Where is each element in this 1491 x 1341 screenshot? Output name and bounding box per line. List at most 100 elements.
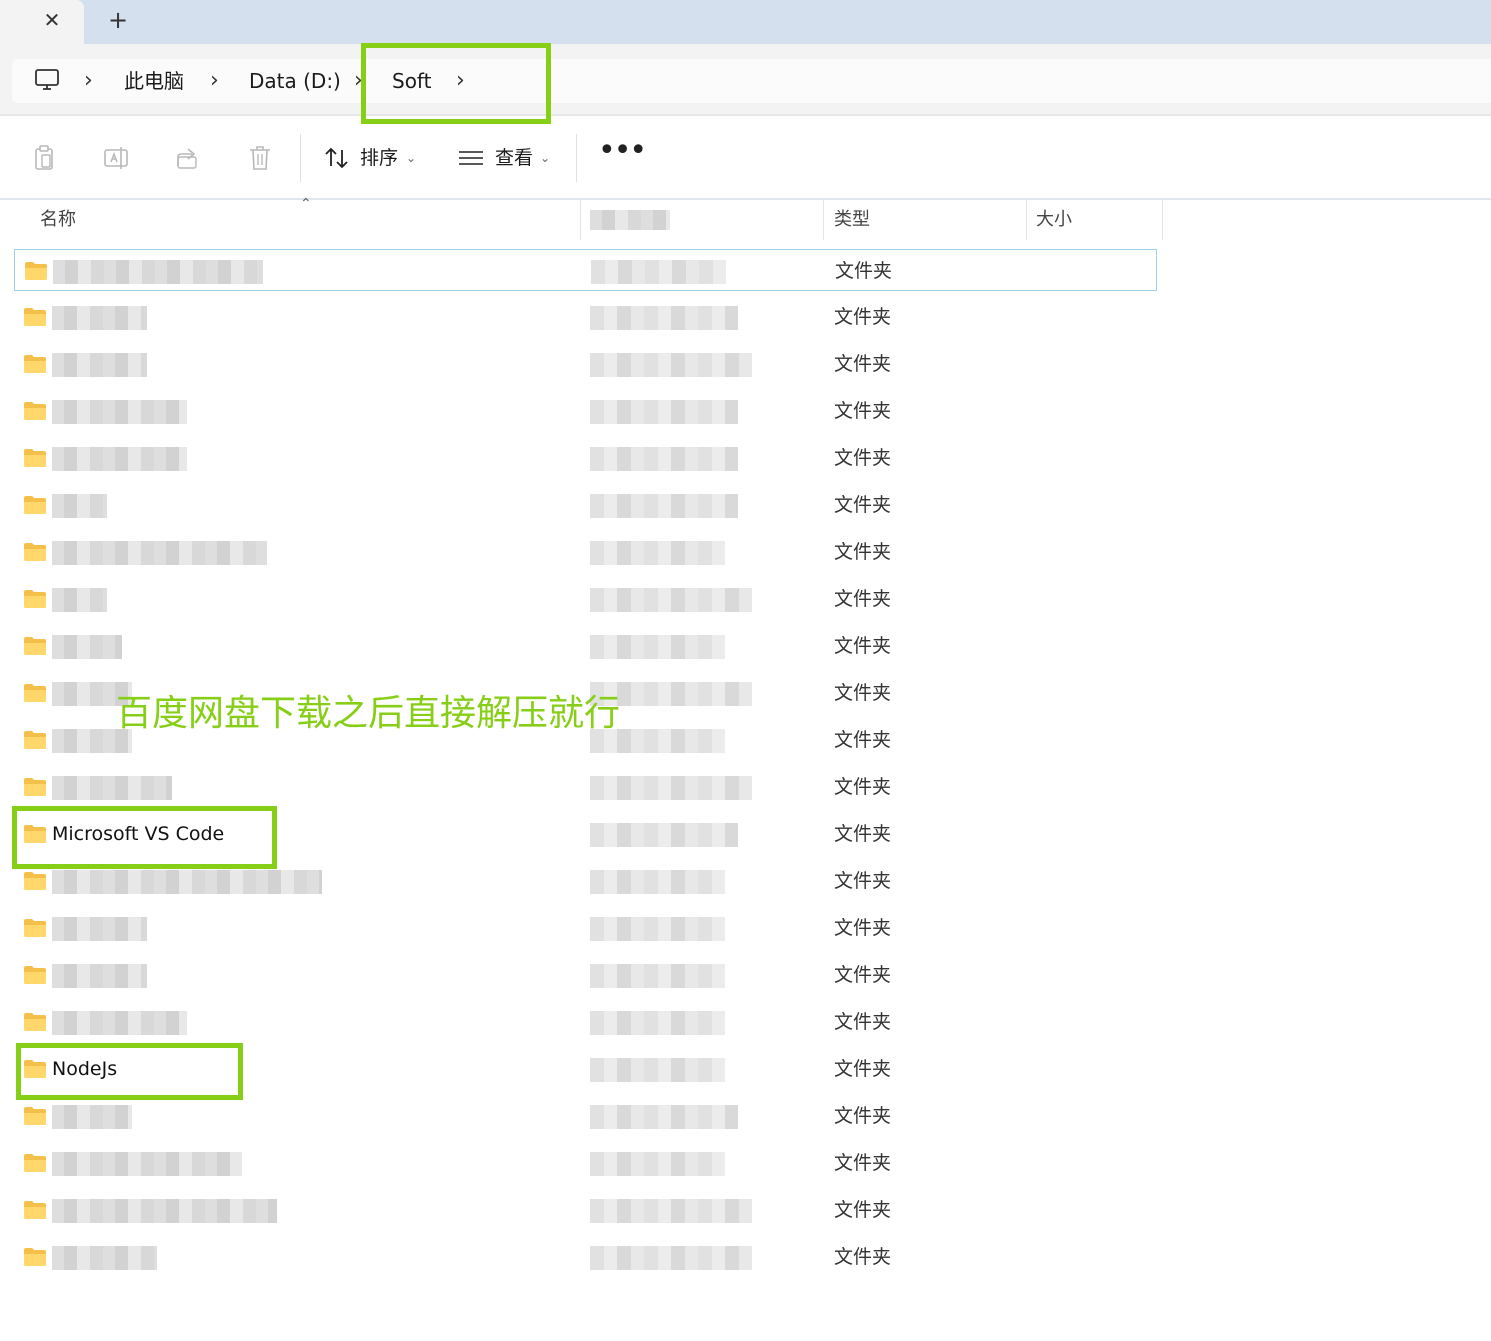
folder-icon [24,1201,46,1219]
file-type: 文件夹 [835,260,893,282]
column-header-type[interactable]: 类型 [834,200,870,240]
file-type: 文件夹 [834,541,892,563]
sort-ascending-icon: ⌃ [300,196,312,212]
folder-icon [24,543,46,561]
folder-icon [24,308,46,326]
file-type: 文件夹 [834,353,892,375]
column-divider[interactable] [580,200,581,240]
new-tab-button[interactable]: + [104,6,132,34]
file-name-blurred [52,635,122,659]
file-type: 文件夹 [834,964,892,986]
date-modified-blurred [590,776,752,800]
folder-icon [24,449,46,467]
breadcrumb-this-pc[interactable]: 此电脑 [124,59,184,103]
chevron-right-icon[interactable]: › [354,59,363,103]
chevron-right-icon[interactable]: › [210,59,219,103]
list-item[interactable]: 文件夹 [14,437,1157,479]
file-type: 文件夹 [834,306,892,328]
date-modified-blurred [590,1199,752,1223]
file-name-blurred [52,494,107,518]
sort-button[interactable]: 排序 ⌄ [324,138,424,178]
list-item[interactable]: 文件夹 [14,531,1157,573]
file-type: 文件夹 [834,447,892,469]
column-header-name[interactable]: 名称 [40,200,76,240]
column-divider[interactable] [823,200,824,240]
date-modified-blurred [590,353,752,377]
address-bar[interactable]: › 此电脑 › Data (D:) › Soft › [12,59,1491,103]
date-modified-blurred [590,1246,752,1270]
tab-active[interactable]: ✕ [0,0,84,44]
list-item[interactable]: 文件夹 [14,343,1157,385]
file-name-blurred [52,917,147,941]
list-item[interactable]: 文件夹 [14,1236,1157,1278]
folder-icon [24,1107,46,1125]
file-type: 文件夹 [834,776,892,798]
date-modified-blurred [590,400,738,424]
folder-icon [24,496,46,514]
file-type: 文件夹 [834,729,892,751]
file-name-blurred [52,1246,157,1270]
folder-icon [24,778,46,796]
list-item[interactable]: Microsoft VS Code 文件夹 [14,813,1157,855]
toolbar-divider [300,134,301,182]
more-options-icon[interactable]: ••• [598,136,647,176]
list-item[interactable]: 文件夹 [14,860,1157,902]
list-item[interactable]: 文件夹 [14,625,1157,667]
folder-icon [24,919,46,937]
monitor-icon[interactable] [34,67,60,93]
list-item[interactable]: 文件夹 [14,766,1157,808]
date-modified-blurred [590,1152,725,1176]
column-divider[interactable] [1026,200,1027,240]
file-type: 文件夹 [834,588,892,610]
list-item[interactable]: 文件夹 [14,1001,1157,1043]
list-item[interactable]: 文件夹 [14,296,1157,338]
chevron-right-icon[interactable]: › [456,59,465,103]
list-item[interactable]: 文件夹 [14,578,1157,620]
view-button[interactable]: 查看 ⌄ [458,138,558,178]
tab-strip: ✕ + [0,0,1491,44]
file-type: 文件夹 [834,1246,892,1268]
list-item[interactable]: 文件夹 [14,1095,1157,1137]
chevron-down-icon: ⌄ [406,151,417,165]
file-type: 文件夹 [834,635,892,657]
folder-icon [24,872,46,890]
share-icon[interactable] [174,144,202,172]
date-modified-blurred [590,635,725,659]
chevron-right-icon[interactable]: › [84,59,93,103]
list-item[interactable]: 文件夹 [14,249,1157,291]
breadcrumb-data-drive[interactable]: Data (D:) [249,59,341,103]
file-type: 文件夹 [834,870,892,892]
date-modified-blurred [590,1011,725,1035]
file-name-blurred [52,1011,187,1035]
delete-icon[interactable] [246,144,274,172]
paste-icon[interactable] [30,144,58,172]
file-type: 文件夹 [834,917,892,939]
rename-icon[interactable] [102,144,130,172]
close-icon[interactable]: ✕ [38,6,66,34]
list-item[interactable]: 文件夹 [14,1142,1157,1184]
list-item[interactable]: 文件夹 [14,954,1157,996]
file-name-blurred [52,447,187,471]
folder-icon [24,1154,46,1172]
list-item[interactable]: 文件夹 [14,390,1157,432]
list-item[interactable]: 文件夹 [14,484,1157,526]
list-item[interactable]: NodeJs 文件夹 [14,1048,1157,1090]
column-divider[interactable] [1162,200,1163,240]
file-name-blurred [52,541,267,565]
file-type: 文件夹 [834,1058,892,1080]
column-header-date-blurred[interactable] [590,210,670,230]
column-header-size[interactable]: 大小 [1036,200,1072,240]
list-item[interactable]: 文件夹 [14,1189,1157,1231]
folder-icon [24,1248,46,1266]
file-type: 文件夹 [834,682,892,704]
file-name: Microsoft VS Code [52,823,225,845]
date-modified-blurred [590,541,725,565]
breadcrumb-soft[interactable]: Soft [392,59,431,103]
list-item[interactable]: 文件夹 [14,907,1157,949]
file-type: 文件夹 [834,1105,892,1127]
folder-icon [24,1013,46,1031]
date-modified-blurred [591,260,726,284]
folder-icon [24,684,46,702]
file-type: 文件夹 [834,823,892,845]
date-modified-blurred [590,964,725,988]
